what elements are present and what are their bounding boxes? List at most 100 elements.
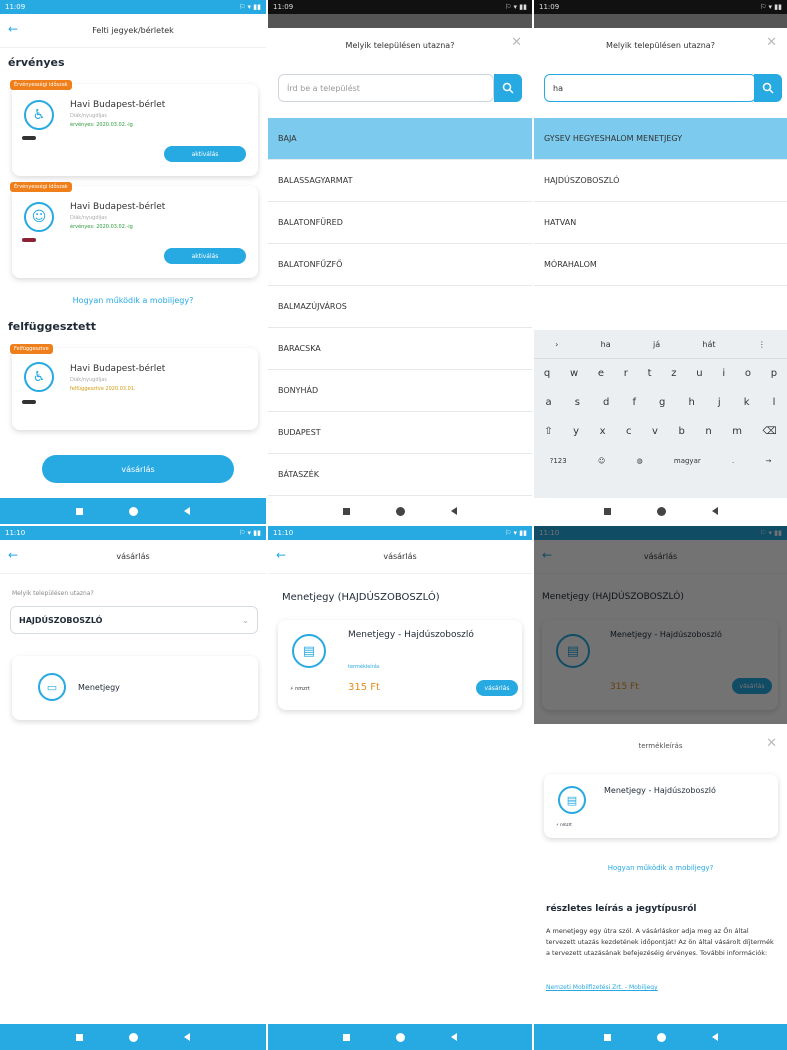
key[interactable]: ?123 — [550, 457, 567, 465]
key[interactable]: a — [546, 397, 552, 408]
activate-button[interactable]: aktiválás — [164, 146, 246, 162]
close-icon[interactable]: ✕ — [766, 736, 777, 751]
close-icon[interactable]: ✕ — [766, 35, 777, 50]
list-item[interactable]: HAJDÚSZOBOSZLÓ — [534, 160, 787, 202]
key[interactable]: t — [648, 368, 652, 379]
key[interactable]: i — [722, 368, 725, 379]
ticket-card[interactable]: Felfüggesztve ♿ Havi Budapest-bérlet Diá… — [10, 344, 258, 430]
product-name: Menetjegy - Hajdúszoboszló — [348, 630, 474, 640]
activate-button[interactable]: aktiválás — [164, 248, 246, 264]
key[interactable]: d — [603, 397, 609, 408]
triangle-icon[interactable] — [451, 507, 457, 515]
key[interactable]: . — [732, 457, 734, 465]
howto-link[interactable]: Hogyan működik a mobiljegy? — [534, 864, 787, 872]
list-item[interactable]: MÓRAHALOM — [534, 244, 787, 286]
back-arrow-icon[interactable]: ← — [8, 548, 18, 562]
detail-link[interactable]: Nemzeti Mobilfizetési Zrt. - Mobiljegy — [546, 984, 658, 991]
product-card[interactable]: ▤ Menetjegy - Hajdúszoboszló termékleírá… — [278, 620, 522, 710]
back-arrow-icon[interactable]: ← — [8, 22, 18, 36]
ticket-card[interactable]: Érvényességi időszak ☺ Havi Budapest-bér… — [10, 182, 258, 278]
product-label: Menetjegy — [78, 683, 120, 692]
list-item[interactable]: BARACSKA — [268, 328, 532, 370]
key[interactable]: → — [765, 457, 771, 465]
circle-icon[interactable] — [396, 1032, 405, 1042]
key[interactable]: c — [626, 426, 632, 437]
triangle-icon[interactable] — [711, 1033, 718, 1041]
key[interactable]: y — [573, 426, 579, 437]
list-item[interactable]: BALATONFŰZFŐ — [268, 244, 532, 286]
key[interactable]: u — [696, 368, 702, 379]
search-icon[interactable] — [754, 74, 782, 102]
square-icon[interactable] — [603, 1033, 611, 1041]
key[interactable]: n — [705, 426, 711, 437]
square-icon[interactable] — [603, 507, 611, 515]
key[interactable]: f — [632, 397, 636, 408]
search-input[interactable]: ha — [544, 74, 756, 102]
triangle-icon[interactable] — [184, 1033, 190, 1041]
circle-icon[interactable] — [129, 506, 138, 516]
city-dropdown[interactable]: HAJDÚSZOBOSZLÓ ⌄ — [10, 606, 258, 634]
square-icon[interactable] — [343, 507, 350, 515]
key[interactable]: v — [652, 426, 658, 437]
circle-icon[interactable] — [129, 1032, 138, 1042]
key[interactable]: p — [771, 368, 777, 379]
list-item[interactable]: BAJA — [268, 118, 532, 160]
list-item[interactable]: BALATONFÜRED — [268, 202, 532, 244]
key[interactable]: j — [718, 397, 721, 408]
close-icon[interactable]: ✕ — [511, 35, 522, 50]
list-item[interactable]: HATVAN — [534, 202, 787, 244]
key[interactable]: q — [544, 368, 550, 379]
list-item[interactable]: BONYHÁD — [268, 370, 532, 412]
key[interactable]: x — [600, 426, 606, 437]
square-icon[interactable] — [76, 507, 83, 515]
search-input[interactable]: Írd be a települést — [278, 74, 494, 102]
circle-icon[interactable] — [656, 1032, 666, 1042]
list-item[interactable]: BUDAPEST — [268, 412, 532, 454]
key[interactable]: r — [624, 368, 628, 379]
circle-icon[interactable] — [656, 506, 666, 516]
list-item[interactable]: BALMAZÚJVÁROS — [268, 286, 532, 328]
howto-link[interactable]: Hogyan működik a mobiljegy? — [0, 296, 266, 305]
list-item[interactable]: GYSEV HEGYESHALOM MENETJEGY — [534, 118, 787, 160]
key[interactable]: o — [745, 368, 751, 379]
status-badge: Érvényességi időszak — [10, 182, 72, 192]
product-card[interactable]: ▭ Menetjegy — [12, 656, 258, 720]
key[interactable]: ⌫ — [762, 426, 776, 437]
overlay[interactable] — [534, 526, 787, 724]
key[interactable]: m — [732, 426, 742, 437]
key[interactable]: ☺ — [598, 457, 605, 465]
list-item[interactable]: BALASSAGYARMAT — [268, 160, 532, 202]
buy-button[interactable]: vásárlás — [42, 455, 234, 483]
back-arrow-icon[interactable]: ← — [276, 548, 286, 562]
key[interactable]: ⋮ — [758, 340, 766, 349]
square-icon[interactable] — [76, 1033, 83, 1041]
search-icon[interactable] — [494, 74, 522, 102]
ticket-validity: érvényes: 2020.03.02.-ig — [70, 224, 133, 230]
key[interactable]: g — [659, 397, 665, 408]
key[interactable]: ◍ — [637, 457, 643, 465]
square-icon[interactable] — [343, 1033, 350, 1041]
triangle-icon[interactable] — [451, 1033, 457, 1041]
key[interactable]: hát — [702, 340, 715, 349]
key[interactable]: ha — [601, 340, 611, 349]
key[interactable]: l — [773, 397, 776, 408]
key[interactable]: z — [671, 368, 676, 379]
key[interactable]: já — [653, 340, 660, 349]
key[interactable]: k — [744, 397, 750, 408]
key[interactable]: b — [678, 426, 684, 437]
keyboard[interactable]: › ha já hát ⋮ q w e r t z u i o p a s d f g h j k l ⇧ y x c v b n m ⌫… — [534, 330, 787, 498]
key[interactable]: › — [555, 340, 558, 349]
key[interactable]: w — [570, 368, 578, 379]
triangle-icon[interactable] — [184, 507, 190, 515]
info-link[interactable]: termékleírás — [348, 664, 379, 670]
buy-button[interactable]: vásárlás — [476, 680, 518, 696]
triangle-icon[interactable] — [711, 507, 718, 515]
circle-icon[interactable] — [396, 506, 405, 516]
list-item[interactable]: BÁTASZÉK — [268, 454, 532, 496]
key[interactable]: s — [575, 397, 580, 408]
key[interactable]: e — [598, 368, 604, 379]
key[interactable]: h — [688, 397, 694, 408]
ticket-card[interactable]: Érvényességi időszak ♿ Havi Budapest-bér… — [10, 80, 258, 176]
key[interactable]: magyar — [674, 457, 701, 465]
key[interactable]: ⇧ — [544, 426, 552, 437]
